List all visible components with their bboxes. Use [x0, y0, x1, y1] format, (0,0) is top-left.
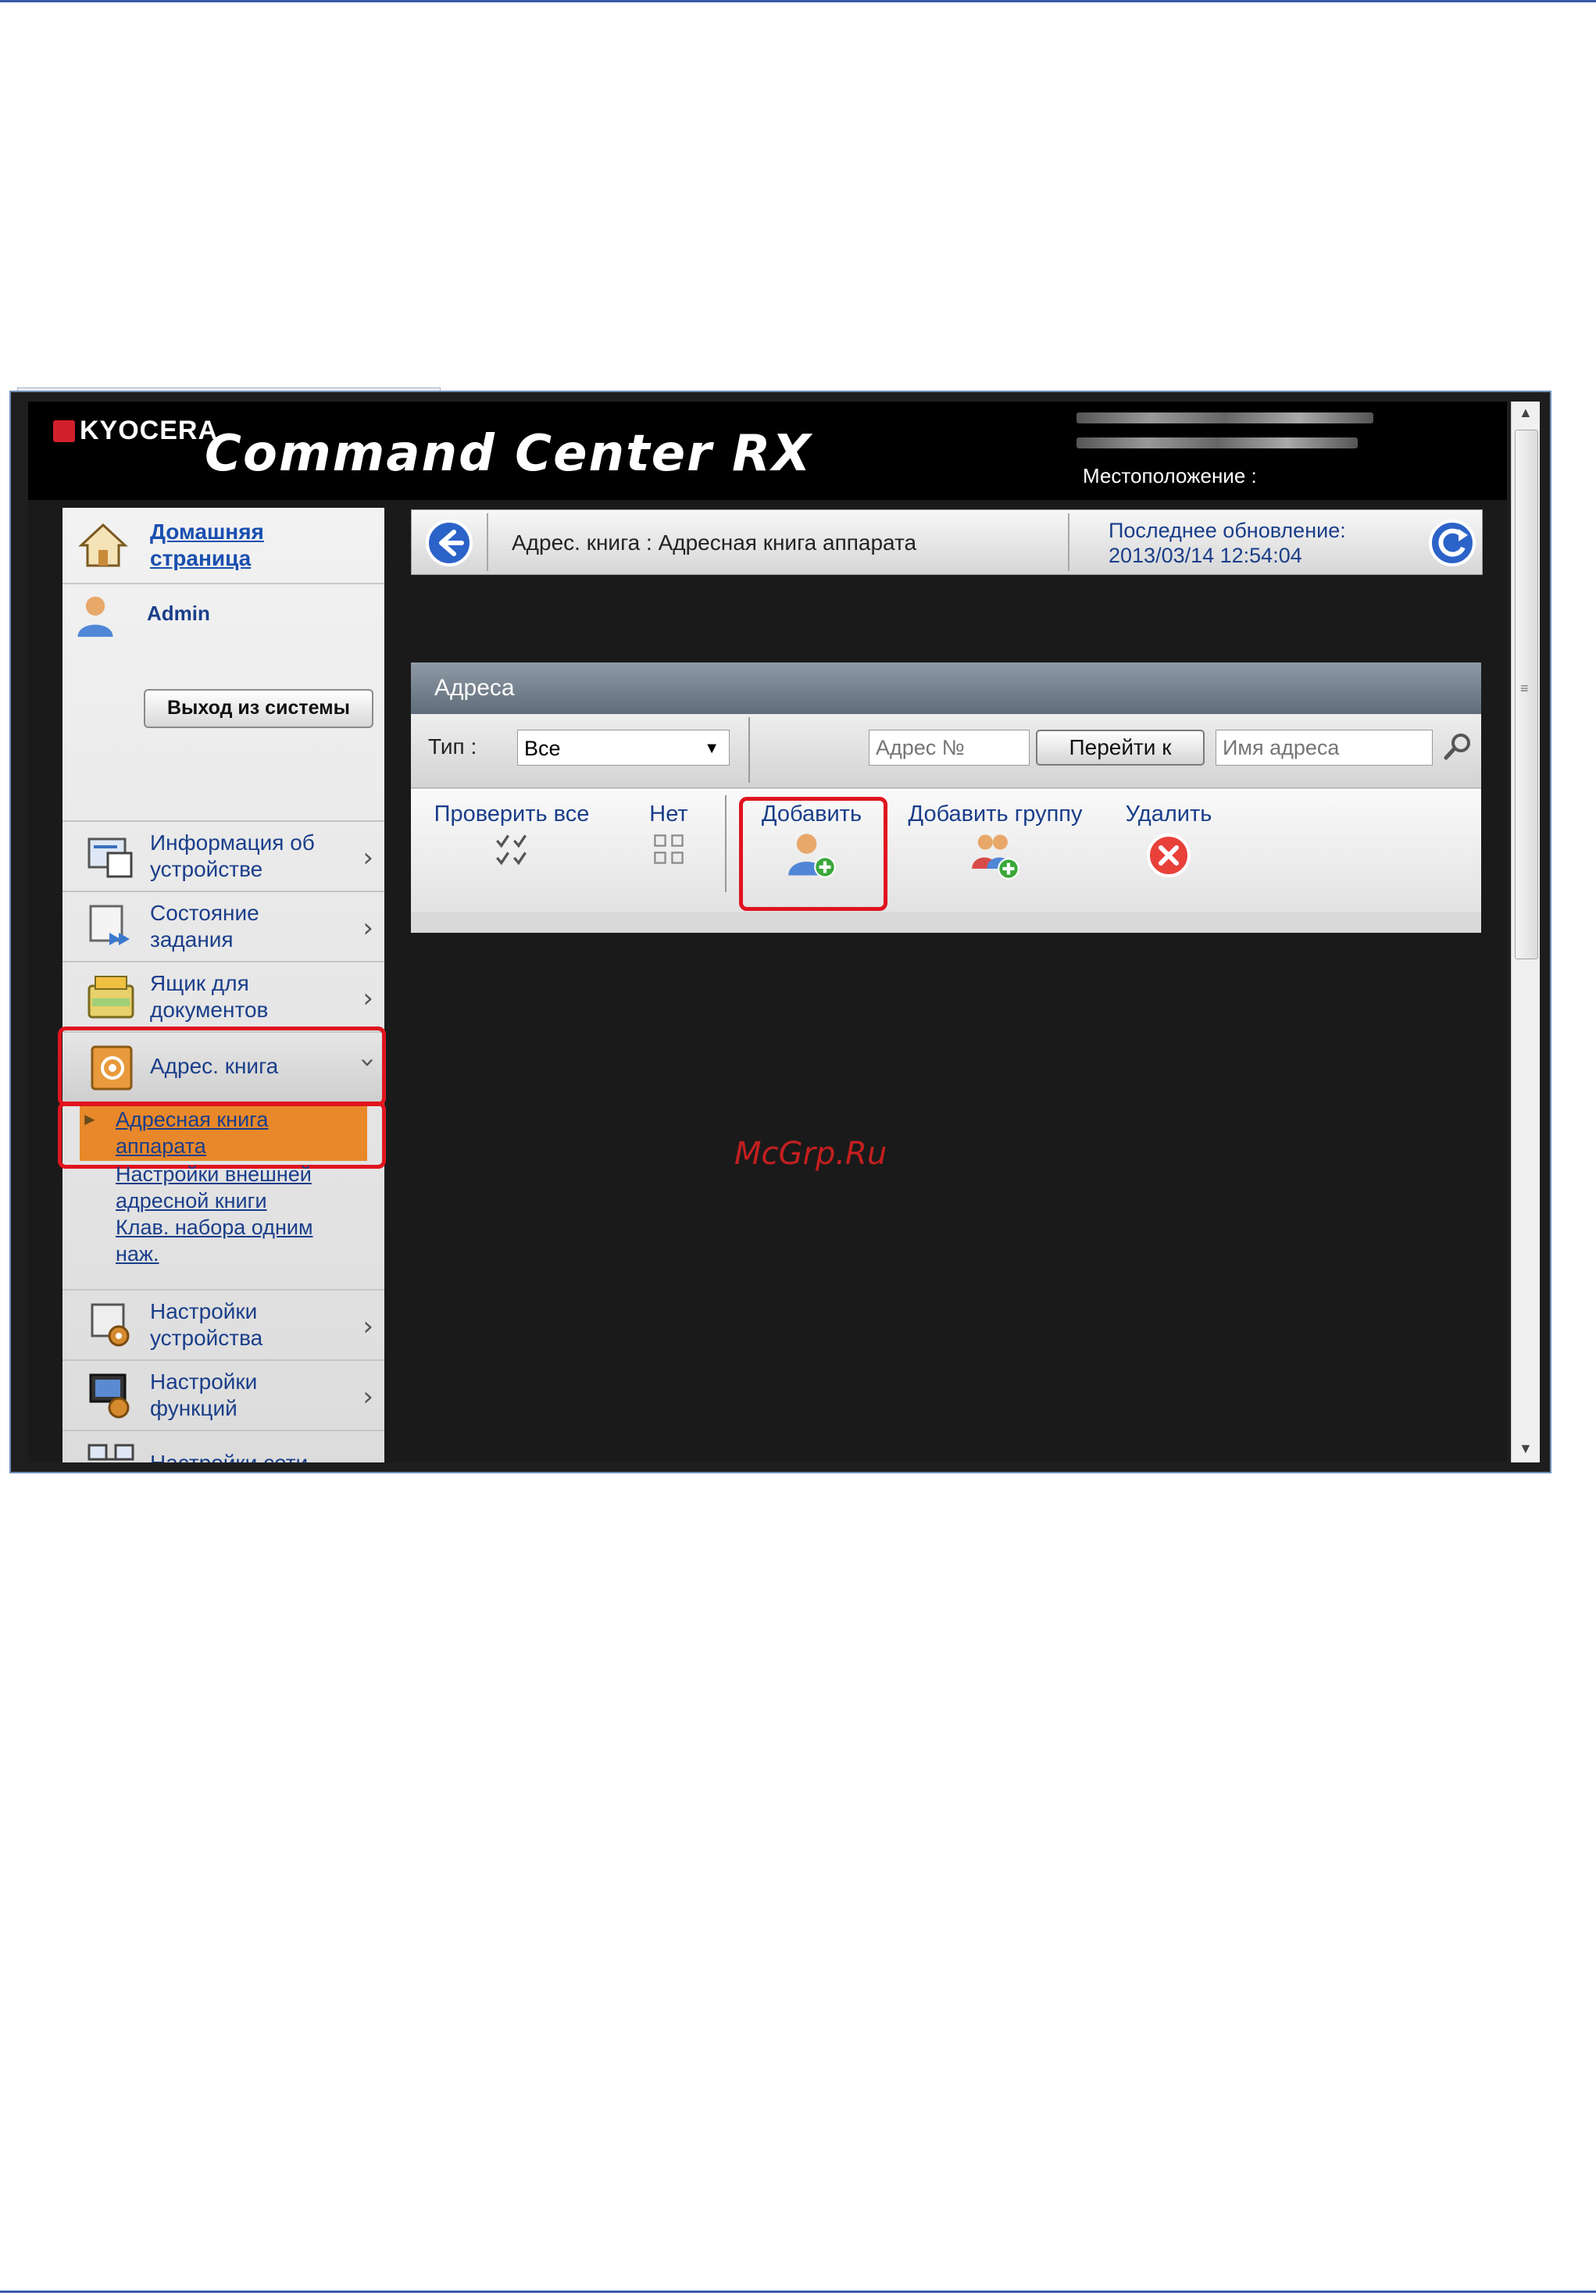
location-label: Местоположение :	[1083, 464, 1257, 487]
none-button[interactable]: Нет	[637, 802, 700, 873]
none-label: Нет	[649, 802, 688, 827]
vertical-scrollbar[interactable]: ▲ ≡ ▼	[1511, 402, 1540, 1462]
sidebar-item-label: Настройки сети	[150, 1450, 308, 1462]
chevron-down-icon: ▼	[704, 740, 719, 757]
last-update-value: 2013/03/14 12:54:04	[1109, 544, 1302, 567]
type-select-value: Все	[524, 737, 561, 760]
last-update: Последнее обновление: 2013/03/14 12:54:0…	[1109, 518, 1346, 568]
sidebar: Домашняя страница Admin Выход из системы…	[58, 508, 386, 1462]
sidebar-item-function-settings[interactable]: Настройки функций ›	[62, 1359, 384, 1430]
breadcrumb: Адрес. книга : Адресная книга аппарата П…	[411, 509, 1483, 575]
job-status-icon	[89, 905, 130, 945]
chevron-right-icon: ›	[362, 842, 373, 873]
uncheck-all-icon	[654, 834, 684, 864]
addresses-actions: Проверить все Нет Добавить Добавить груп…	[411, 789, 1481, 912]
addresses-toolbar: Тип : Все ▼ Перейти к	[411, 714, 1481, 788]
page-viewport: KYOCERA Command Center RX Местоположение…	[28, 402, 1507, 1462]
scroll-down-icon[interactable]: ▼	[1519, 1441, 1533, 1457]
sidebar-home[interactable]: Домашняя страница	[62, 508, 384, 584]
device-settings-icon	[91, 1303, 130, 1347]
product-title: Command Center RX	[205, 425, 812, 483]
redacted-line	[1076, 412, 1373, 423]
sidebar-item-network-settings[interactable]: Настройки сети ›	[62, 1430, 384, 1462]
chevron-right-icon: ›	[362, 983, 373, 1014]
addresses-title: Адреса	[434, 675, 515, 701]
breadcrumb-divider	[487, 513, 488, 571]
sidebar-item-device-info[interactable]: Информация об устройстве ›	[62, 820, 384, 891]
chevron-right-icon: ›	[362, 1381, 373, 1412]
watermark: McGrp.Ru	[734, 1136, 887, 1172]
chevron-right-icon: ›	[362, 912, 373, 944]
search-icon[interactable]	[1442, 731, 1473, 762]
user-name: Admin	[147, 602, 210, 625]
kyocera-wordmark: KYOCERA	[80, 416, 219, 445]
chevron-right-icon: ›	[362, 1452, 373, 1462]
logout-button[interactable]: Выход из системы	[144, 689, 373, 728]
scroll-up-icon[interactable]: ▲	[1519, 405, 1533, 421]
check-all-button[interactable]: Проверить все	[430, 802, 594, 873]
add-group-button[interactable]: Добавить группу	[897, 802, 1094, 888]
browser-window: KYOCERA Command Center RX Местоположение…	[9, 391, 1551, 1473]
add-group-label: Добавить группу	[908, 802, 1083, 827]
breadcrumb-divider	[1068, 513, 1069, 571]
back-arrow-icon[interactable]	[424, 518, 474, 568]
network-settings-icon	[87, 1444, 134, 1461]
function-settings-icon	[89, 1373, 130, 1419]
scroll-thumb[interactable]: ≡	[1515, 430, 1538, 959]
highlight-address-book	[58, 1027, 386, 1106]
document-box-icon	[87, 976, 134, 1019]
last-update-label: Последнее обновление:	[1109, 519, 1346, 542]
breadcrumb-path: Адрес. книга : Адресная книга аппарата	[512, 530, 917, 555]
toolbar-divider	[748, 717, 750, 783]
top-rule	[0, 0, 1596, 2]
sidebar-item-job-status[interactable]: Состояние задания ›	[62, 891, 384, 961]
chevron-right-icon: ›	[362, 1311, 373, 1342]
addresses-title-bar: Адреса	[411, 662, 1481, 714]
kyocera-mark-icon	[53, 420, 75, 442]
sidebar-item-label: Ящик для документов	[150, 971, 269, 1022]
check-all-icon	[496, 834, 527, 866]
user-panel: Admin	[72, 589, 384, 644]
address-number-input[interactable]	[869, 730, 1030, 766]
sidebar-item-label: Информация об устройстве	[150, 830, 315, 881]
type-label: Тип :	[428, 734, 477, 759]
addresses-panel: Адреса Тип : Все ▼ Перейти к Про	[411, 662, 1481, 933]
redacted-line	[1076, 437, 1358, 448]
home-icon	[78, 523, 128, 567]
sidebar-item-device-settings[interactable]: Настройки устройства ›	[62, 1289, 384, 1359]
actions-divider	[725, 795, 727, 892]
refresh-icon[interactable]	[1427, 518, 1477, 568]
highlight-machine-address-book	[58, 1102, 386, 1169]
sidebar-item-label: Состояние задания	[150, 901, 259, 952]
user-avatar-icon	[77, 596, 113, 637]
address-name-input[interactable]	[1216, 730, 1433, 766]
sidebar-item-document-box[interactable]: Ящик для документов ›	[62, 961, 384, 1031]
type-select[interactable]: Все ▼	[517, 730, 730, 766]
goto-button[interactable]: Перейти к	[1036, 730, 1205, 766]
delete-button[interactable]: Удалить	[1114, 802, 1223, 887]
sidebar-item-label: Настройки устройства	[150, 1299, 263, 1350]
check-all-label: Проверить все	[434, 802, 590, 827]
app-header: KYOCERA Command Center RX Местоположение…	[28, 402, 1507, 500]
bottom-rule	[0, 2291, 1596, 2293]
home-link[interactable]: Домашняя страница	[150, 519, 298, 572]
sidebar-item-label: Настройки функций	[150, 1369, 258, 1420]
delete-label: Удалить	[1125, 802, 1212, 827]
submenu-link[interactable]: Клав. набора одним наж.	[116, 1214, 350, 1267]
device-info-icon	[87, 837, 133, 878]
submenu-link[interactable]: Настройки внешней адресной книги	[116, 1161, 334, 1214]
grip-icon: ≡	[1520, 680, 1529, 696]
highlight-add-button	[739, 797, 887, 911]
delete-icon	[1147, 834, 1191, 877]
add-group-icon	[972, 834, 1019, 880]
kyocera-logo: KYOCERA	[53, 416, 218, 446]
